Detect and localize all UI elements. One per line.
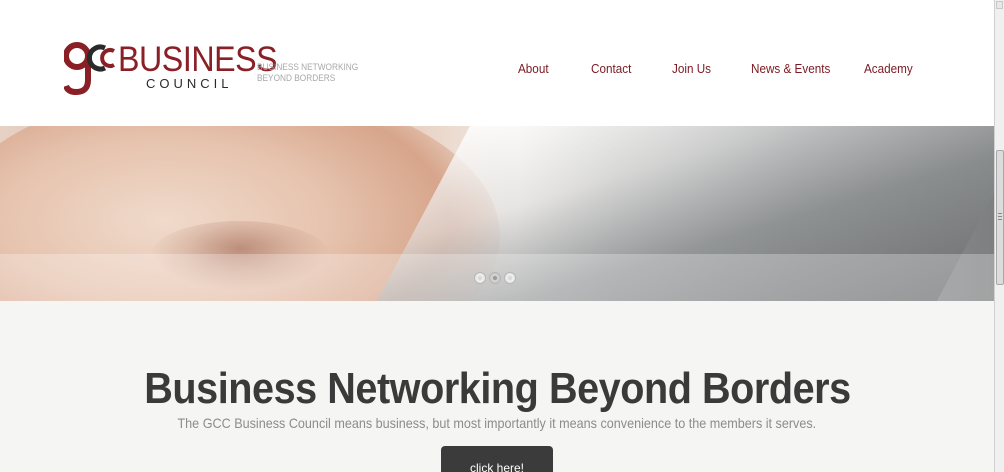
scroll-up-arrow-icon[interactable] — [996, 1, 1003, 9]
page-title: Business Networking Beyond Borders — [0, 364, 994, 414]
main-nav: About Contact Join Us News & Events Acad… — [0, 60, 994, 80]
nav-item-academy[interactable]: Academy — [864, 60, 913, 78]
page-title-text: Business Networking Beyond Borders — [143, 364, 851, 414]
vertical-scrollbar[interactable] — [994, 0, 1004, 472]
page-subtitle-text: The GCC Business Council means business,… — [177, 415, 817, 431]
page: BUSINESS COUNCIL BUSINESS NETWORKING BEY… — [0, 0, 1004, 472]
scrollbar-grip-icon — [998, 213, 1002, 214]
slider-dot-3[interactable] — [504, 272, 516, 284]
slider-dot-1[interactable] — [474, 272, 486, 284]
slider-pagination — [474, 272, 516, 286]
slider-dot-2[interactable] — [489, 272, 501, 284]
scrollbar-thumb[interactable] — [996, 150, 1004, 285]
hero-slider — [0, 126, 994, 301]
click-here-button[interactable]: click here! — [441, 446, 553, 472]
nav-item-join-us[interactable]: Join Us — [672, 60, 711, 78]
site-header: BUSINESS COUNCIL BUSINESS NETWORKING BEY… — [0, 0, 994, 126]
nav-item-news-events[interactable]: News & Events — [751, 60, 830, 78]
intro-section: Business Networking Beyond Borders The G… — [0, 301, 994, 472]
nav-item-about[interactable]: About — [518, 60, 549, 78]
page-subtitle: The GCC Business Council means business,… — [0, 414, 994, 432]
nav-item-contact[interactable]: Contact — [591, 60, 631, 78]
